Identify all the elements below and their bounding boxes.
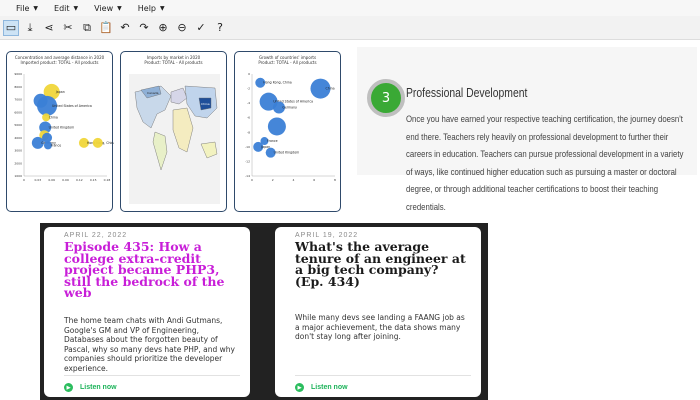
play-icon: ▶ xyxy=(295,383,304,392)
y-tick-label: 9000 xyxy=(14,72,22,76)
y-tick-label: 6000 xyxy=(14,110,22,114)
podcast-card-435[interactable]: APRIL 22, 2022 Episode 435: How a colleg… xyxy=(44,227,250,397)
download-icon[interactable]: ⤓ xyxy=(22,20,38,36)
y-tick-label: 7000 xyxy=(14,98,22,102)
divider xyxy=(64,375,240,376)
data-point xyxy=(267,117,286,136)
chevron-down-icon: ▼ xyxy=(160,4,165,12)
menu-help[interactable]: Help ▼ xyxy=(138,4,165,13)
podcast-date: APRIL 22, 2022 xyxy=(64,232,128,239)
podcast-section: APRIL 22, 2022 Episode 435: How a colleg… xyxy=(40,223,488,400)
zoom-out-icon[interactable]: ⊖ xyxy=(174,20,190,36)
point-label: France xyxy=(51,143,62,147)
redo-icon[interactable]: ↷ xyxy=(136,20,152,36)
toolbar: ▭ ⤓ ⋖ ✂ ⧉ 📋 ↶ ↷ ⊕ ⊖ ✓? xyxy=(0,16,700,40)
y-tick-label: 3000 xyxy=(14,149,22,153)
world-map: Canada China xyxy=(129,74,220,204)
point-label: China xyxy=(325,87,334,91)
concentration-chart-panel[interactable]: Concentration and average distance in 20… xyxy=(6,51,114,212)
x-tick-label: 0.18 xyxy=(104,178,111,182)
map-label-canada: Canada xyxy=(147,91,159,95)
cut-icon[interactable]: ✂ xyxy=(60,20,76,36)
point-label: United Kingdom xyxy=(49,126,75,130)
podcast-title[interactable]: Episode 435: How a college extra-credit … xyxy=(64,240,240,298)
y-tick-label: 4000 xyxy=(14,136,22,140)
point-label: France xyxy=(267,139,278,143)
point-label: China xyxy=(49,115,58,119)
help-icon[interactable]: ? xyxy=(212,20,228,36)
charts-area: Concentration and average distance in 20… xyxy=(0,40,352,219)
data-point xyxy=(92,137,103,148)
podcast-description: While many devs see landing a FAANG job … xyxy=(295,313,465,341)
paste-icon[interactable]: 📋 xyxy=(98,20,114,36)
point-label: Hong Kong, China xyxy=(263,81,292,85)
undo-icon[interactable]: ↶ xyxy=(117,20,133,36)
step-number-badge: 3 xyxy=(367,79,405,117)
copy-icon[interactable]: ⧉ xyxy=(79,20,95,36)
y-tick-label: -4 xyxy=(247,101,250,105)
y-tick-label: -10 xyxy=(245,145,250,149)
point-label: United Kingdom xyxy=(274,151,300,155)
x-tick-label: 0.12 xyxy=(76,178,83,182)
zoom-in-icon[interactable]: ⊕ xyxy=(155,20,171,36)
imports-map-panel[interactable]: Imports by market in 2020 Product: TOTAL … xyxy=(120,51,227,212)
listen-now-link[interactable]: ▶ Listen now xyxy=(295,383,348,392)
menu-view[interactable]: View ▼ xyxy=(94,4,122,13)
y-tick-label: 1000 xyxy=(14,174,22,178)
x-tick-label: 0 xyxy=(23,178,25,182)
y-tick-label: 8000 xyxy=(14,85,22,89)
podcast-date: APRIL 19, 2022 xyxy=(295,232,359,239)
pd-body-text: Once you have earned your respective tea… xyxy=(406,114,684,213)
menu-view-label: View xyxy=(94,3,114,13)
menu-file[interactable]: File ▼ xyxy=(16,4,38,13)
x-tick-label: 0.15 xyxy=(90,178,97,182)
growth-scatter: 0-2-4-6-8-10-12-140 2 4 6 8Hong Kong, ChinaC… xyxy=(245,72,336,182)
point-label: Japan xyxy=(55,90,65,94)
select-icon[interactable]: ▭ xyxy=(3,19,19,36)
menu-edit-label: Edit xyxy=(54,3,70,13)
growth-chart-panel[interactable]: Growth of countries' imports Product: TOT… xyxy=(234,51,341,212)
x-tick-label: 0.06 xyxy=(48,178,55,182)
y-tick-label: -14 xyxy=(245,174,250,178)
y-tick-label: -8 xyxy=(247,130,250,134)
share-icon[interactable]: ⋖ xyxy=(41,20,57,36)
x-tick-label: 4 xyxy=(293,178,295,182)
menu-help-label: Help xyxy=(137,3,156,13)
chevron-down-icon: ▼ xyxy=(73,4,79,12)
spellcheck-icon[interactable]: ✓ xyxy=(193,20,209,36)
data-point xyxy=(42,132,53,143)
y-tick-label: 2000 xyxy=(14,161,22,165)
chevron-down-icon: ▼ xyxy=(33,4,39,12)
point-label: Germany xyxy=(282,106,297,110)
divider xyxy=(295,375,471,376)
podcast-description: The home team chats with Andi Gutmans, G… xyxy=(64,316,235,373)
menubar: File ▼ Edit ▼ View ▼ Help ▼ xyxy=(0,0,700,16)
listen-now-label: Listen now xyxy=(80,384,117,391)
y-tick-label: -6 xyxy=(247,116,250,120)
y-tick-label: -12 xyxy=(245,159,250,163)
y-tick-label: 0 xyxy=(248,72,250,76)
menu-file-label: File xyxy=(16,3,30,13)
podcast-card-434[interactable]: APRIL 19, 2022 What's the average tenure… xyxy=(275,227,481,397)
listen-now-link[interactable]: ▶ Listen now xyxy=(64,383,117,392)
menu-edit[interactable]: Edit ▼ xyxy=(54,4,78,13)
x-tick-label: 0.03 xyxy=(34,178,41,182)
x-tick-label: 6 xyxy=(313,178,315,182)
x-tick-label: 0.09 xyxy=(62,178,69,182)
y-tick-label: 5000 xyxy=(14,123,22,127)
chevron-down-icon: ▼ xyxy=(117,4,122,12)
podcast-title[interactable]: What's the average tenure of an engineer… xyxy=(295,240,471,287)
concentration-scatter: 9000 8000 7000 6000 5000 4000 3000 2000 10000 0.0… xyxy=(14,72,114,182)
y-tick-label: -2 xyxy=(247,87,250,91)
x-tick-label: 8 xyxy=(334,178,336,182)
play-icon: ▶ xyxy=(64,383,73,392)
map-label-china: China xyxy=(201,102,210,106)
professional-development-card: 3 Professional Development Once you have… xyxy=(357,47,697,213)
listen-now-label: Listen now xyxy=(311,384,348,391)
x-tick-label: 0 xyxy=(251,178,253,182)
point-label: United States of America xyxy=(52,104,92,108)
pd-heading: Professional Development xyxy=(406,85,528,100)
x-tick-label: 2 xyxy=(272,178,274,182)
